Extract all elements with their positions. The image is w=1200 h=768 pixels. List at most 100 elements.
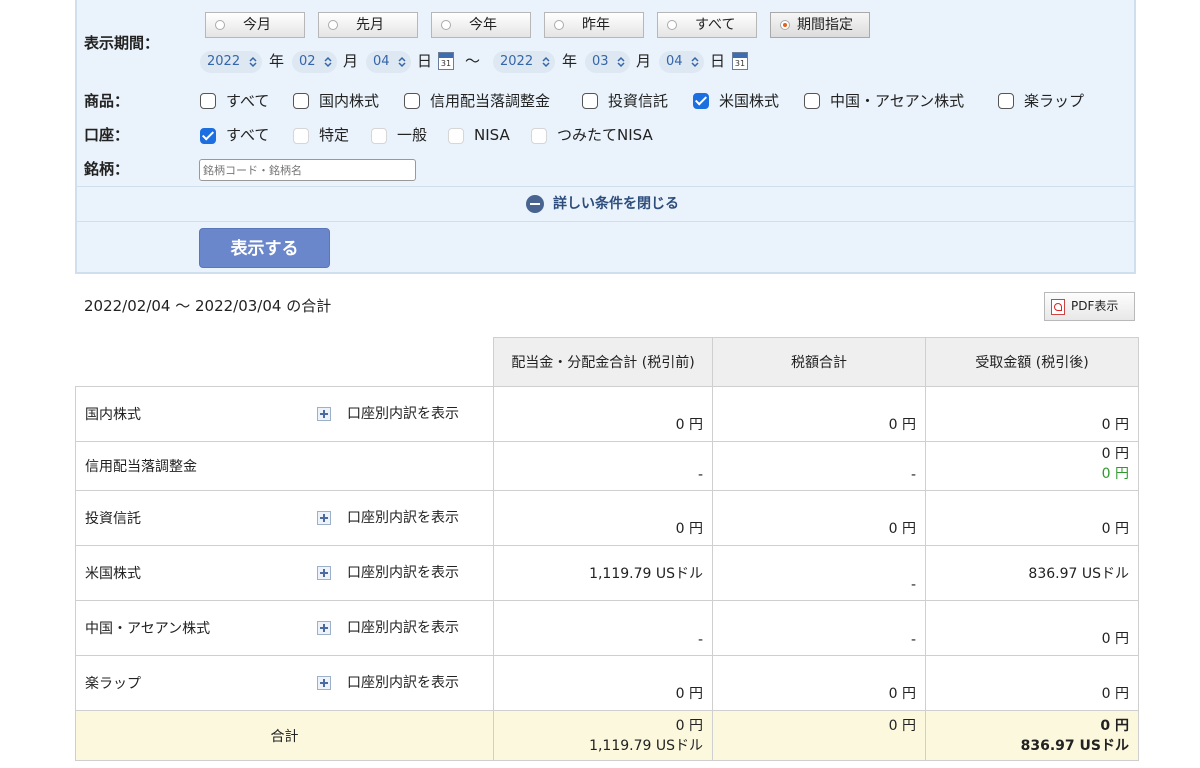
- net-cell: 0 円0 円: [925, 441, 1139, 491]
- header-gross: 配当金・分配金合計 (税引前): [493, 337, 713, 387]
- checkbox-label: 米国株式: [719, 92, 780, 110]
- net-cell: 0 円: [925, 655, 1139, 711]
- checkbox-label: 信用配当落調整金: [430, 92, 551, 110]
- product-rakuwrap-checkbox[interactable]: [998, 93, 1014, 109]
- year-unit: 年: [562, 52, 578, 70]
- row-name-label: 投資信託: [85, 511, 141, 527]
- product-domestic-stock-checkbox[interactable]: [293, 93, 309, 109]
- pdf-button[interactable]: PDF表示: [1044, 292, 1135, 321]
- product-fund-checkbox[interactable]: [582, 93, 598, 109]
- close-details-label: 詳しい条件を閉じる: [553, 196, 679, 212]
- range-separator: 〜: [465, 52, 481, 70]
- period-custom-button[interactable]: 期間指定: [770, 12, 870, 38]
- from-day-value: 04: [373, 54, 390, 69]
- to-year-select[interactable]: 2022: [493, 51, 555, 73]
- tax-cell: -: [712, 545, 926, 601]
- product-all-checkbox[interactable]: [200, 93, 216, 109]
- checkbox-label: すべて: [226, 126, 270, 144]
- calendar-icon[interactable]: 31: [438, 52, 454, 70]
- expand-plus-icon[interactable]: [317, 621, 331, 635]
- gross-cell: -: [493, 441, 713, 491]
- breakdown-link[interactable]: 口座別内訳を表示: [347, 563, 459, 583]
- table-row: 楽ラップ 口座別内訳を表示 0 円 0 円 0 円: [75, 655, 1139, 711]
- month-unit: 月: [636, 52, 652, 70]
- account-all-checkbox[interactable]: [200, 128, 216, 144]
- to-day-value: 04: [666, 54, 683, 69]
- product-margin-adjust-checkbox[interactable]: [404, 93, 420, 109]
- account-nisa-checkbox[interactable]: [448, 128, 464, 144]
- day-unit: 日: [710, 52, 726, 70]
- checkbox-label: 一般: [397, 126, 428, 144]
- stock-search-input[interactable]: [199, 159, 416, 181]
- row-name-label: 米国株式: [85, 566, 141, 582]
- expand-plus-icon[interactable]: [317, 566, 331, 580]
- up-down-arrow-icon: [542, 56, 550, 68]
- row-name: 中国・アセアン株式 口座別内訳を表示: [75, 600, 494, 656]
- from-month-select[interactable]: 02: [292, 51, 337, 73]
- calendar-day: 31: [440, 59, 452, 68]
- period-button-label: すべて: [695, 17, 736, 33]
- tax-cell: -: [712, 600, 926, 656]
- checkbox-label: すべて: [226, 92, 270, 110]
- period-button-label: 今年: [469, 17, 497, 33]
- to-month-value: 03: [592, 54, 609, 69]
- divider: [77, 221, 1134, 222]
- expand-plus-icon[interactable]: [317, 676, 331, 690]
- period-button-label: 先月: [356, 17, 384, 33]
- pdf-icon: [1051, 299, 1065, 315]
- period-last-month-button[interactable]: 先月: [318, 12, 418, 38]
- up-down-arrow-icon: [249, 56, 257, 68]
- from-month-value: 02: [299, 54, 316, 69]
- from-year-value: 2022: [207, 54, 241, 69]
- period-all-button[interactable]: すべて: [657, 12, 757, 38]
- up-down-arrow-icon: [691, 56, 699, 68]
- calendar-icon[interactable]: 31: [732, 52, 748, 70]
- product-us-stock-checkbox[interactable]: [693, 93, 709, 109]
- checkbox-label: つみたてNISA: [557, 126, 653, 144]
- total-net-cell: 0 円 836.97 USドル: [925, 710, 1139, 761]
- net-cell: 0 円: [925, 386, 1139, 442]
- to-month-select[interactable]: 03: [585, 51, 630, 73]
- period-last-year-button[interactable]: 昨年: [544, 12, 644, 38]
- period-this-year-button[interactable]: 今年: [431, 12, 531, 38]
- row-name: 信用配当落調整金: [75, 441, 494, 491]
- header-blank: [75, 337, 494, 387]
- expand-plus-icon[interactable]: [317, 511, 331, 525]
- checkbox-label: 投資信託: [608, 92, 669, 110]
- period-button-label: 昨年: [582, 17, 610, 33]
- radio-icon: [667, 20, 677, 30]
- period-label: 表示期間：: [84, 34, 160, 52]
- tax-cell: 0 円: [712, 655, 926, 711]
- net-value: 0 円: [1101, 446, 1129, 462]
- expand-plus-icon[interactable]: [317, 407, 331, 421]
- net-value-sub: 0 円: [1101, 466, 1129, 482]
- day-unit: 日: [417, 52, 433, 70]
- minus-circle-icon: [526, 195, 544, 213]
- account-general-checkbox[interactable]: [371, 128, 387, 144]
- gross-cell: 0 円: [493, 490, 713, 546]
- header-net: 受取金額 (税引後): [925, 337, 1139, 387]
- to-day-select[interactable]: 04: [659, 51, 704, 73]
- radio-icon: [215, 20, 225, 30]
- radio-icon: [328, 20, 338, 30]
- from-day-select[interactable]: 04: [366, 51, 411, 73]
- display-button[interactable]: 表示する: [199, 228, 330, 268]
- breakdown-link[interactable]: 口座別内訳を表示: [347, 673, 459, 693]
- breakdown-link[interactable]: 口座別内訳を表示: [347, 508, 459, 528]
- breakdown-link[interactable]: 口座別内訳を表示: [347, 618, 459, 638]
- checkbox-label: 楽ラップ: [1024, 92, 1085, 110]
- account-specific-checkbox[interactable]: [293, 128, 309, 144]
- from-year-select[interactable]: 2022: [200, 51, 262, 73]
- month-unit: 月: [343, 52, 359, 70]
- account-tsumitate-nisa-checkbox[interactable]: [531, 128, 547, 144]
- header-tax: 税額合計: [712, 337, 926, 387]
- to-year-value: 2022: [500, 54, 534, 69]
- product-china-asean-checkbox[interactable]: [804, 93, 820, 109]
- period-this-month-button[interactable]: 今月: [205, 12, 305, 38]
- total-gross-usd: 1,119.79 USドル: [589, 738, 703, 754]
- breakdown-link[interactable]: 口座別内訳を表示: [347, 404, 459, 424]
- checkbox-label: 中国・アセアン株式: [830, 92, 965, 110]
- total-row: 合計 0 円 1,119.79 USドル 0 円 0 円 836.97 USドル: [75, 710, 1139, 761]
- up-down-arrow-icon: [398, 56, 406, 68]
- row-name-label: 楽ラップ: [85, 676, 141, 692]
